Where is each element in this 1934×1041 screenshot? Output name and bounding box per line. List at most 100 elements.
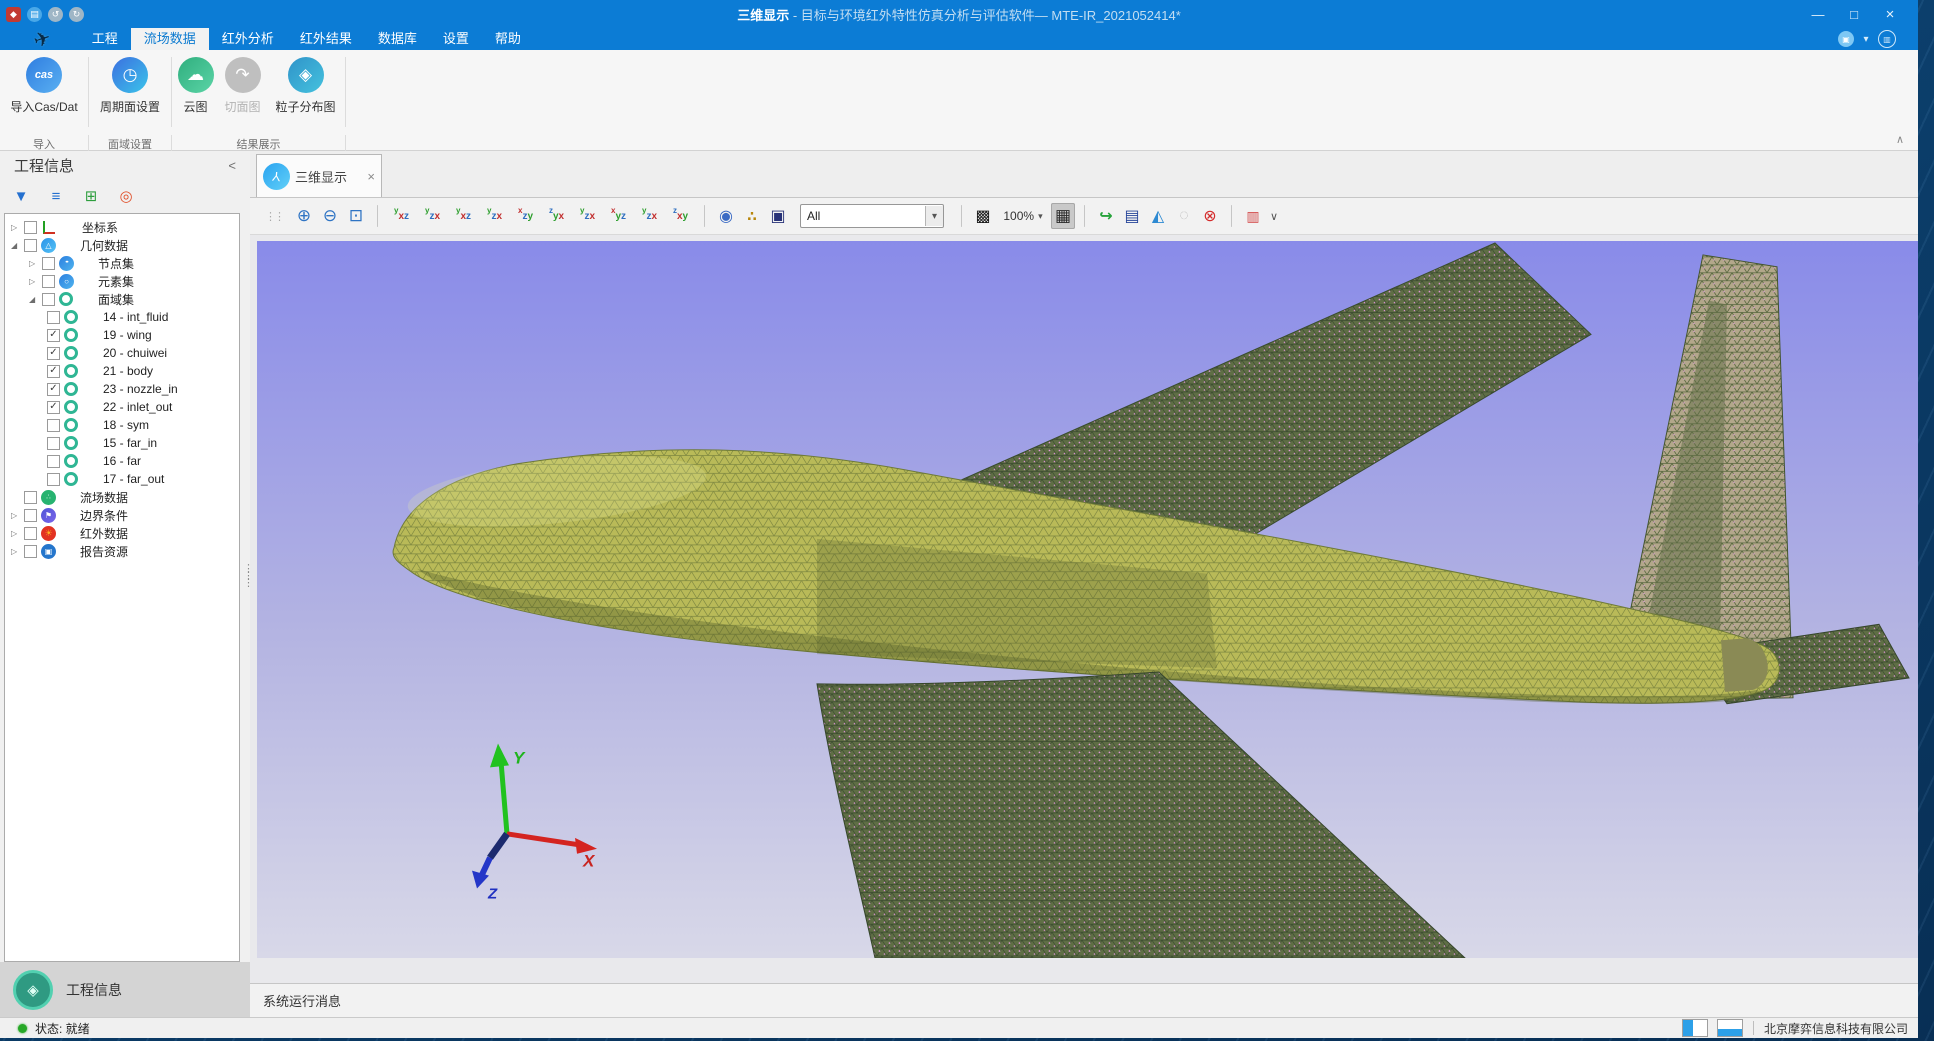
menu-item[interactable]: 工程 <box>79 28 131 50</box>
remove-icon[interactable]: ⊗ <box>1198 203 1222 229</box>
menu-item[interactable]: 流场数据 <box>131 28 209 50</box>
tree-item[interactable]: ◢ 几何数据 <box>5 236 239 254</box>
redo-icon[interactable]: ↻ <box>69 7 84 22</box>
tree-expander-icon[interactable]: ▷ <box>11 547 24 556</box>
view-front-icon[interactable]: y x z <box>387 203 416 229</box>
transparency-icon[interactable]: ▩ <box>971 203 995 229</box>
slice-map-button[interactable]: ↷ 切面图 <box>219 57 266 127</box>
view-iso-2-icon[interactable]: x y z <box>604 203 633 229</box>
select-region-icon[interactable]: ▣ <box>766 203 790 229</box>
zoom-in-icon[interactable]: ⊕ <box>292 203 316 229</box>
tree-checkbox[interactable]: ✓ <box>47 401 60 414</box>
tree-item[interactable]: ▷ 边界条件 <box>5 506 239 524</box>
tree-checkbox[interactable]: ✓ <box>47 383 60 396</box>
tree-item[interactable]: ▷ 坐标系 <box>5 218 239 236</box>
panel-splitter-handle[interactable]: ⋮⋮⋮ <box>243 566 251 587</box>
viewport-3d-canvas[interactable]: Y X Z <box>257 241 1918 958</box>
caret-down-icon[interactable]: ▾ <box>1861 31 1871 47</box>
tree-expander-icon[interactable]: ◢ <box>29 295 42 304</box>
tree-checkbox[interactable] <box>24 239 37 252</box>
view-bottom-icon[interactable]: z y x <box>542 203 571 229</box>
toolbar-drag-handle[interactable]: ⋮⋮ <box>265 203 283 229</box>
tab-close-icon[interactable]: × <box>367 169 375 184</box>
tree-item[interactable]: 15 - far_in <box>5 434 239 452</box>
menu-item[interactable]: 红外分析 <box>209 28 287 50</box>
tree-checkbox[interactable] <box>24 491 37 504</box>
contour-map-button[interactable]: ☁ 云图 <box>172 57 219 127</box>
layout-bottom-icon[interactable] <box>1717 1019 1743 1037</box>
surface-filter-select[interactable]: All ▾ <box>800 204 944 228</box>
tree-item[interactable]: 17 - far_out <box>5 470 239 488</box>
mesh-toggle-icon[interactable]: ▦ <box>1051 203 1075 229</box>
tree-expander-icon[interactable]: ▷ <box>11 529 24 538</box>
more-caret-icon[interactable]: ∨ <box>1267 203 1281 229</box>
view-iso-4-icon[interactable]: z x y <box>666 203 695 229</box>
zoom-fit-icon[interactable]: ⊡ <box>344 203 368 229</box>
tree-checkbox[interactable] <box>24 221 37 234</box>
save-icon[interactable]: ▤ <box>27 7 42 22</box>
tree-item[interactable]: ▷ 报告资源 <box>5 542 239 560</box>
app-menu-icon[interactable]: ◆ <box>6 7 21 22</box>
tree-item[interactable]: 18 - sym <box>5 416 239 434</box>
tree-checkbox[interactable] <box>24 527 37 540</box>
zoom-out-icon[interactable]: ⊖ <box>318 203 342 229</box>
menu-item[interactable]: 红外结果 <box>287 28 365 50</box>
maximize-button[interactable]: □ <box>1836 7 1872 22</box>
view-top-icon[interactable]: x z y <box>511 203 540 229</box>
filter-icon[interactable]: ▼ <box>10 185 32 207</box>
menu-item[interactable]: 数据库 <box>365 28 430 50</box>
tree-checkbox[interactable] <box>24 545 37 558</box>
tree-item[interactable]: 流场数据 <box>5 488 239 506</box>
view-back-icon[interactable]: y z x <box>418 203 447 229</box>
tree-expander-icon[interactable]: ▷ <box>11 223 24 232</box>
tree-checkbox[interactable] <box>47 437 60 450</box>
snapshot-icon[interactable]: ▤ <box>1120 203 1144 229</box>
view-left-icon[interactable]: y x z <box>449 203 478 229</box>
opacity-select[interactable]: 100% ▾ <box>997 203 1049 229</box>
tree-checkbox[interactable] <box>47 455 60 468</box>
panel-bottom-tab[interactable]: ◈ 工程信息 <box>0 962 250 1017</box>
tree-checkbox[interactable]: ✓ <box>47 329 60 342</box>
tree-item[interactable]: ◢ 面域集 <box>5 290 239 308</box>
tree-item[interactable]: ✓ 23 - nozzle_in <box>5 380 239 398</box>
camera-icon[interactable]: ◉ <box>714 203 738 229</box>
tree-checkbox[interactable] <box>47 473 60 486</box>
tree-item[interactable]: ✓ 22 - inlet_out <box>5 398 239 416</box>
locate-icon[interactable]: ◎ <box>115 185 137 207</box>
tree-item[interactable]: 16 - far <box>5 452 239 470</box>
tree-item[interactable]: ✓ 19 - wing <box>5 326 239 344</box>
menu-item[interactable]: 设置 <box>430 28 482 50</box>
particle-trace-icon[interactable]: ∴ <box>740 203 764 229</box>
tree-expander-icon[interactable]: ▷ <box>29 259 42 268</box>
tree-checkbox[interactable] <box>47 419 60 432</box>
section-box-icon[interactable]: ▥ <box>1241 203 1265 229</box>
view-iso-3-icon[interactable]: y z x <box>635 203 664 229</box>
tree-item[interactable]: 14 - int_fluid <box>5 308 239 326</box>
tree-expander-icon[interactable]: ◢ <box>11 241 24 250</box>
layout-split-icon[interactable] <box>1682 1019 1708 1037</box>
tree-checkbox[interactable]: ✓ <box>47 347 60 360</box>
tree-checkbox[interactable]: ✓ <box>47 365 60 378</box>
doc-panel-icon[interactable]: ▥ <box>1878 30 1896 48</box>
tree-checkbox[interactable] <box>42 293 55 306</box>
panel-collapse-icon[interactable]: < <box>228 158 236 173</box>
undo-icon[interactable]: ↺ <box>48 7 63 22</box>
tree-item[interactable]: ▷ 红外数据 <box>5 524 239 542</box>
tree-expander-icon[interactable]: ▷ <box>11 511 24 520</box>
tree-item[interactable]: ▷ 节点集 <box>5 254 239 272</box>
tree-checkbox[interactable] <box>47 311 60 324</box>
tree-item[interactable]: ✓ 21 - body <box>5 362 239 380</box>
export-view-icon[interactable]: ↪ <box>1094 203 1118 229</box>
tree-checkbox[interactable] <box>24 509 37 522</box>
close-button[interactable]: × <box>1872 6 1908 23</box>
mirror-icon[interactable]: ◭ <box>1146 203 1170 229</box>
view-iso-1-icon[interactable]: y z x <box>573 203 602 229</box>
window-layout-icon[interactable]: ▣ <box>1838 31 1854 47</box>
list-mode-icon[interactable]: ≡ <box>45 185 67 207</box>
particle-distribution-button[interactable]: ◈ 粒子分布图 <box>266 57 346 127</box>
ribbon-collapse-icon[interactable]: ∧ <box>1896 133 1904 146</box>
tree-checkbox[interactable] <box>42 257 55 270</box>
tree-checkbox[interactable] <box>42 275 55 288</box>
tree-expander-icon[interactable]: ▷ <box>29 277 42 286</box>
grid-mode-icon[interactable]: ⊞ <box>80 185 102 207</box>
